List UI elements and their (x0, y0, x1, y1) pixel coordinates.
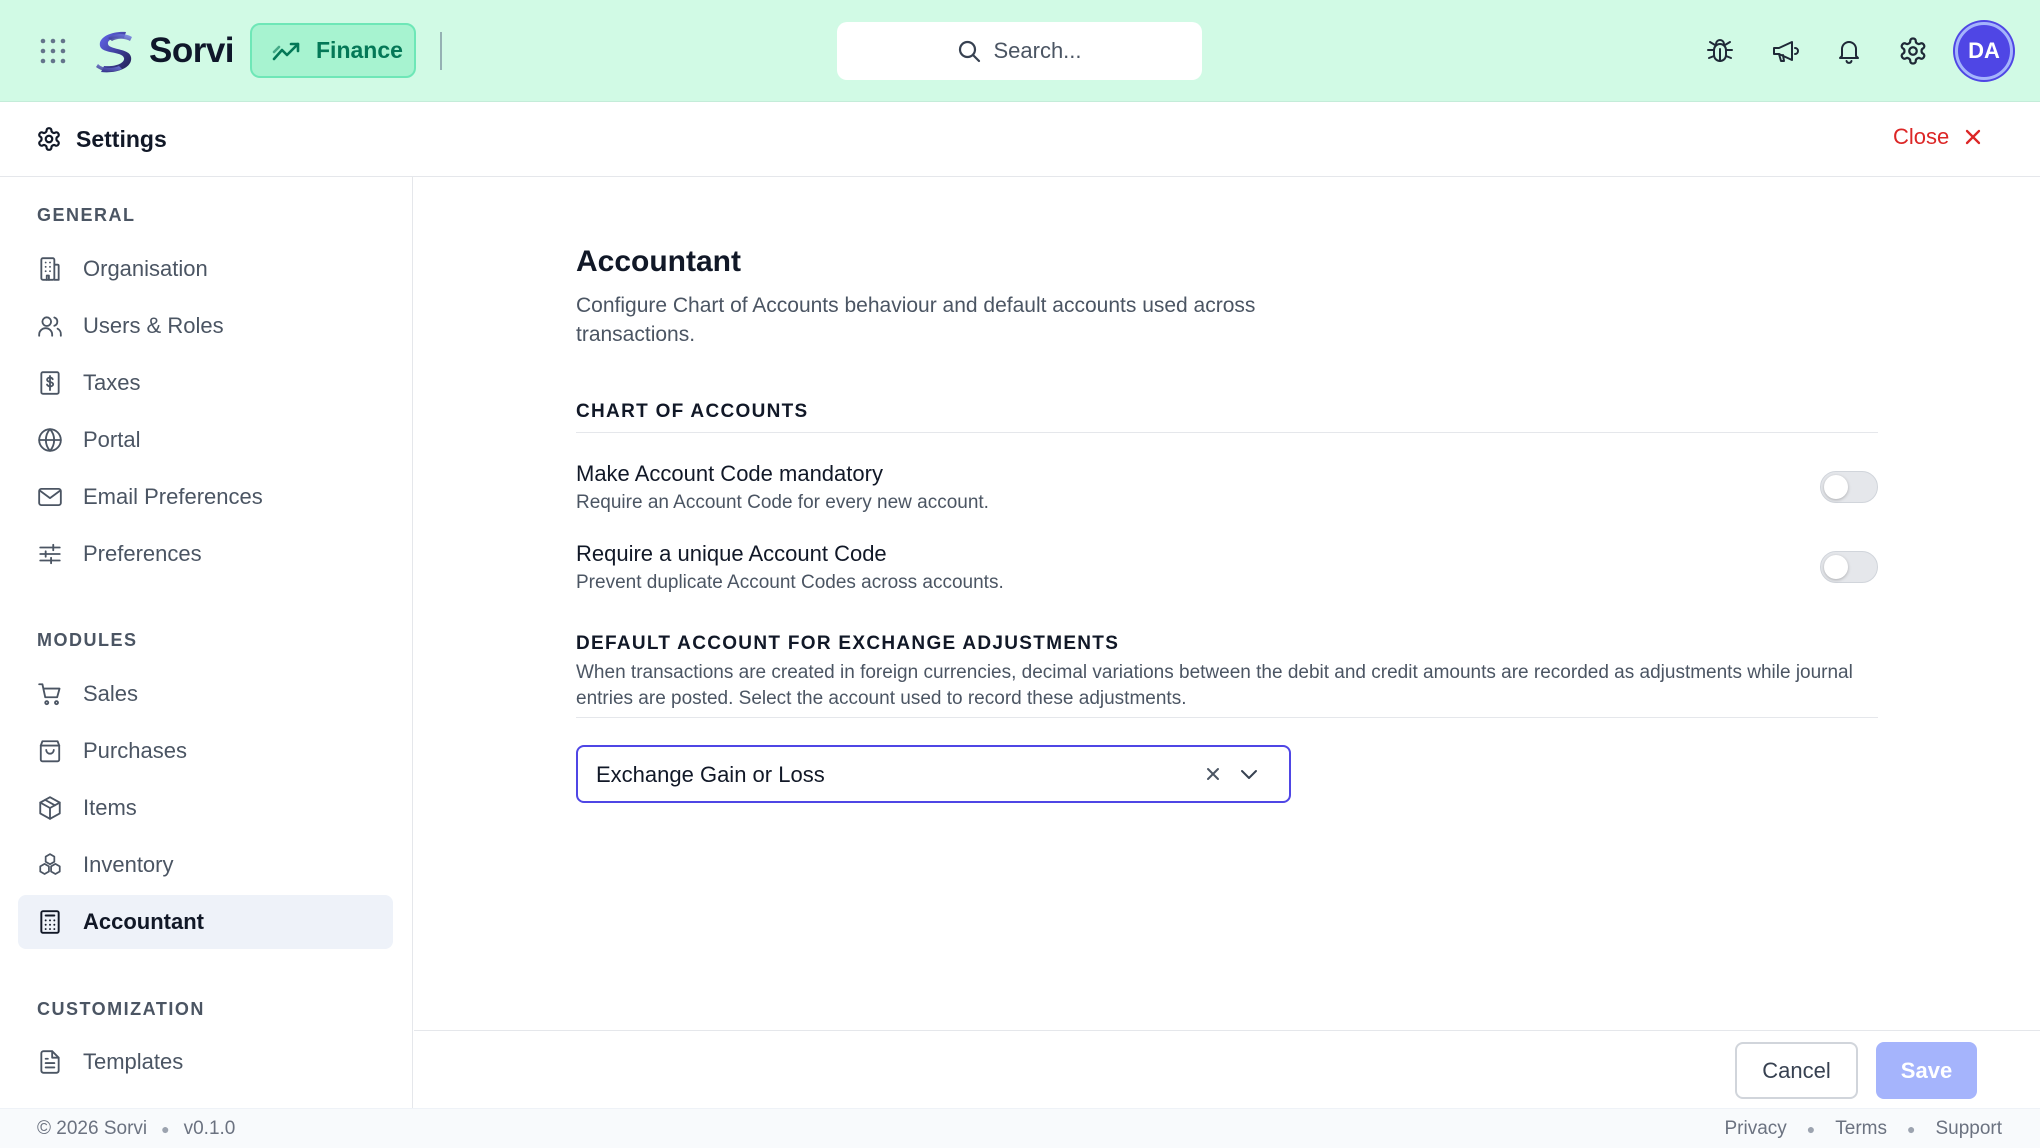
sidebar-item-purchases[interactable]: Purchases (18, 724, 393, 778)
sidebar-item-organisation[interactable]: Organisation (18, 242, 393, 296)
close-icon (1963, 127, 1983, 147)
exchange-account-select[interactable]: Exchange Gain or Loss (576, 745, 1291, 803)
sidebar-item-label: Sales (83, 681, 139, 706)
receipt-dollar-icon (37, 370, 63, 396)
settings-gear-icon (36, 126, 62, 152)
sidebar-item-label: Taxes (83, 370, 141, 395)
settings-content: Accountant Configure Chart of Accounts b… (414, 177, 2040, 1030)
divider (576, 717, 1878, 718)
bell-icon[interactable] (1834, 36, 1864, 66)
version-text: v0.1.0 (183, 1118, 236, 1139)
search-placeholder: Search... (993, 38, 1082, 63)
setting-title: Require a unique Account Code (576, 541, 887, 566)
settings-header: Settings Close (0, 102, 2040, 177)
exchange-adjustments-description: When transactions are created in foreign… (576, 662, 1853, 709)
close-label: Close (1893, 124, 1950, 149)
calculator-icon (37, 909, 63, 935)
sidebar-group-modules: MODULES (37, 630, 138, 650)
sidebar-item-accountant[interactable]: Accountant (18, 895, 393, 949)
support-link[interactable]: Support (1935, 1118, 2002, 1140)
section-description: Configure Chart of Accounts behaviour an… (576, 294, 1256, 346)
sidebar-item-taxes[interactable]: Taxes (18, 356, 393, 410)
trend-up-icon (272, 39, 302, 63)
sidebar-item-preferences[interactable]: Preferences (18, 527, 393, 581)
close-settings-button[interactable]: Close (1893, 124, 1983, 150)
building-icon (37, 256, 63, 282)
sidebar-item-templates[interactable]: Templates (18, 1035, 393, 1089)
setting-description: Require an Account Code for every new ac… (576, 492, 989, 513)
module-name: Finance (316, 37, 403, 63)
separator-dot: ● (1806, 1121, 1816, 1137)
sidebar-item-inventory[interactable]: Inventory (18, 838, 393, 892)
user-avatar[interactable]: DA (1955, 22, 2013, 80)
megaphone-icon[interactable] (1770, 36, 1800, 66)
setting-account-code-mandatory: Make Account Code mandatory Require an A… (576, 461, 1878, 521)
save-button[interactable]: Save (1876, 1042, 1977, 1099)
setting-description: Prevent duplicate Account Codes across a… (576, 572, 1004, 593)
users-icon (37, 313, 63, 339)
sidebar-item-sales[interactable]: Sales (18, 667, 393, 721)
sidebar-item-label: Email Preferences (83, 484, 263, 509)
globe-icon (37, 427, 63, 453)
topbar-divider (440, 32, 442, 70)
separator-dot: ● (161, 1121, 170, 1137)
search-input[interactable]: Search... (837, 22, 1202, 80)
sidebar-item-label: Purchases (83, 738, 187, 763)
mail-icon (37, 484, 63, 510)
toggle-knob (1824, 475, 1848, 499)
cart-icon (37, 681, 63, 707)
chart-of-accounts-heading: CHART OF ACCOUNTS (576, 401, 809, 422)
file-text-icon (37, 1049, 63, 1075)
sidebar-item-users-roles[interactable]: Users & Roles (18, 299, 393, 353)
setting-unique-account-code: Require a unique Account Code Prevent du… (576, 541, 1878, 601)
sidebar-item-label: Inventory (83, 852, 174, 877)
package-icon (37, 795, 63, 821)
apps-grid-icon[interactable] (38, 36, 68, 66)
sidebar-item-label: Portal (83, 427, 141, 452)
separator-dot: ● (1906, 1121, 1916, 1137)
unique-account-code-toggle[interactable] (1820, 551, 1878, 583)
page-title: Settings (76, 126, 167, 152)
sidebar-item-email-preferences[interactable]: Email Preferences (18, 470, 393, 524)
copyright-text: © 2026 Sorvi (37, 1118, 148, 1139)
sidebar-item-portal[interactable]: Portal (18, 413, 393, 467)
settings-sidebar: GENERAL Organisation Users & Roles Taxes… (0, 177, 413, 1108)
selected-account-value: Exchange Gain or Loss (596, 762, 825, 787)
sidebar-item-label: Users & Roles (83, 313, 224, 338)
clear-selection-icon[interactable] (1204, 765, 1222, 783)
top-bar: Sorvi Finance Search... DA (0, 0, 2040, 102)
form-action-bar: Cancel Save (414, 1030, 2040, 1108)
sidebar-item-items[interactable]: Items (18, 781, 393, 835)
terms-link[interactable]: Terms (1835, 1118, 1887, 1140)
bug-report-icon[interactable] (1705, 36, 1735, 66)
section-heading: Accountant (576, 245, 741, 278)
chevron-down-icon[interactable] (1238, 765, 1260, 783)
cancel-button[interactable]: Cancel (1735, 1042, 1858, 1099)
sidebar-item-label: Accountant (83, 909, 204, 934)
exchange-adjustments-heading: DEFAULT ACCOUNT FOR EXCHANGE ADJUSTMENTS (576, 633, 1120, 654)
sidebar-item-label: Templates (83, 1049, 184, 1074)
sidebar-item-label: Preferences (83, 541, 202, 566)
sidebar-item-label: Items (83, 795, 137, 820)
toggle-knob (1824, 555, 1848, 579)
setting-title: Make Account Code mandatory (576, 461, 883, 486)
boxes-icon (37, 852, 63, 878)
account-code-mandatory-toggle[interactable] (1820, 471, 1878, 503)
search-icon (957, 39, 981, 63)
privacy-link[interactable]: Privacy (1724, 1118, 1786, 1140)
app-footer: © 2026 Sorvi ● v0.1.0 Privacy ● Terms ● … (0, 1108, 2040, 1148)
brand-logo-icon[interactable] (92, 29, 136, 75)
divider (576, 432, 1878, 433)
sidebar-group-customization: CUSTOMIZATION (37, 999, 205, 1019)
brand-name: Sorvi (149, 31, 235, 70)
sidebar-item-label: Organisation (83, 256, 208, 281)
module-switcher-button[interactable]: Finance (250, 23, 416, 78)
gear-icon[interactable] (1898, 36, 1928, 66)
sliders-icon (37, 541, 63, 567)
sidebar-group-general: GENERAL (37, 205, 136, 225)
shopping-bag-icon (37, 738, 63, 764)
